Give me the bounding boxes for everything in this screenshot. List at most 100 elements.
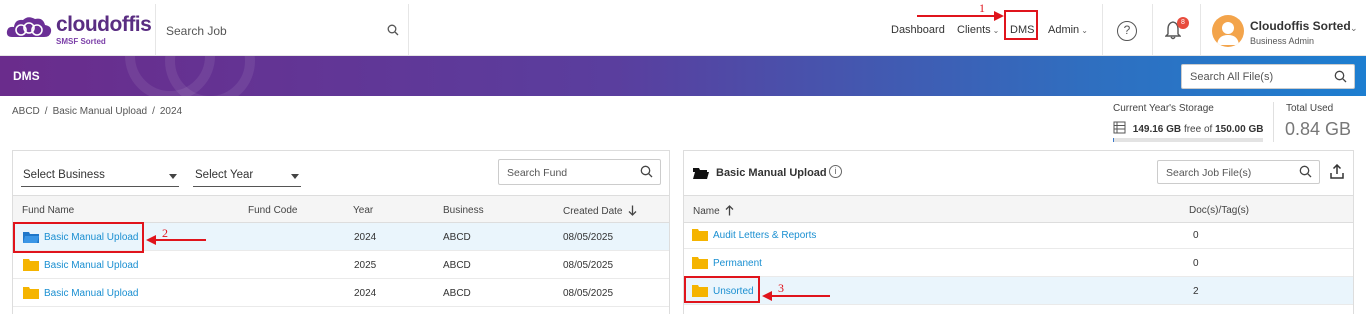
created-date-label: Created Date [563, 206, 623, 217]
annotation-box-unsorted [684, 276, 760, 303]
column-header-year[interactable]: Year [353, 205, 373, 216]
banner-decoration [165, 56, 255, 96]
sort-down-arrow-icon[interactable] [628, 205, 637, 216]
folder-doc-count: 0 [1193, 258, 1199, 269]
breadcrumb: ABCD / Basic Manual Upload/2024 [12, 106, 183, 117]
breadcrumb-item[interactable]: Basic Manual Upload [53, 106, 148, 117]
search-icon[interactable] [1299, 165, 1312, 178]
sort-up-arrow-icon[interactable] [725, 205, 734, 216]
chevron-down-icon[interactable]: ⌄ [1350, 23, 1358, 34]
table-row[interactable]: Basic Manual Upload 2025 ABCD 08/05/2025 [13, 251, 669, 279]
caret-down-icon [169, 174, 177, 179]
search-icon[interactable] [1334, 70, 1347, 83]
arrow-head-left-icon [762, 291, 772, 301]
brand-name: cloudoffis [56, 13, 152, 36]
brand-logo[interactable]: cloudoffis SMSF Sorted [6, 11, 156, 51]
files-table-header: Name Doc(s)/Tag(s) [684, 195, 1353, 223]
breadcrumb-item: 2024 [159, 106, 183, 117]
caret-down-icon [291, 174, 299, 179]
column-header-fund-name[interactable]: Fund Name [22, 205, 74, 216]
notification-badge: 8 [1177, 17, 1189, 29]
fund-business: ABCD [443, 288, 471, 299]
nav-admin[interactable]: Admin ⌄ [1048, 24, 1088, 36]
column-header-name[interactable]: Name [693, 205, 734, 217]
job-search-placeholder: Search Job [166, 24, 227, 38]
fund-business: ABCD [443, 232, 471, 243]
list-item[interactable]: Permanent 0 [684, 249, 1353, 277]
fund-business: ABCD [443, 260, 471, 271]
annotation-number: 2 [162, 226, 168, 240]
search-all-files-placeholder: Search All File(s) [1190, 71, 1274, 83]
user-avatar-icon [1217, 22, 1239, 45]
total-used-value: 0.84 GB [1285, 119, 1352, 139]
fund-name-link[interactable]: Basic Manual Upload [44, 260, 139, 271]
fund-created-date: 08/05/2025 [563, 232, 614, 243]
user-name[interactable]: Cloudoffis Sorted [1250, 19, 1351, 33]
annotation-number: 3 [778, 281, 784, 295]
chevron-down-icon: ⌄ [1081, 26, 1088, 35]
search-fund-placeholder: Search Fund [507, 167, 568, 179]
divider [1152, 4, 1153, 56]
page-title: DMS [13, 69, 40, 83]
storage-used: 149.16 GB [1132, 124, 1182, 135]
search-job-files-input[interactable]: Search Job File(s) [1157, 160, 1320, 184]
total-used-label: Total Used [1286, 103, 1334, 114]
fund-name-link[interactable]: Basic Manual Upload [44, 288, 139, 299]
fund-table-header: Fund Name Fund Code Year Business Create… [13, 195, 669, 223]
upload-icon[interactable] [1330, 164, 1344, 179]
storage-total: 150.00 GB [1215, 124, 1264, 135]
folder-icon [692, 229, 708, 241]
list-item[interactable]: Audit Letters & Reports 0 [684, 221, 1353, 249]
storage-progress-fill [1113, 138, 1114, 142]
folder-icon [692, 257, 708, 269]
folder-name-link[interactable]: Audit Letters & Reports [713, 230, 816, 241]
divider [1273, 102, 1274, 142]
help-icon[interactable]: ? [1117, 21, 1137, 41]
search-job-files-placeholder: Search Job File(s) [1166, 167, 1252, 179]
job-search-input[interactable]: Search Job [155, 4, 409, 56]
folder-doc-count: 0 [1193, 230, 1199, 241]
files-panel-title: Basic Manual Upload [716, 167, 827, 179]
brand-tagline: SMSF Sorted [56, 37, 106, 46]
search-fund-input[interactable]: Search Fund [498, 159, 661, 185]
search-all-files-input[interactable]: Search All File(s) [1181, 64, 1355, 89]
nav-admin-label: Admin [1048, 24, 1080, 36]
search-icon[interactable] [640, 165, 653, 178]
select-business-label: Select Business [23, 169, 105, 181]
divider [1200, 4, 1201, 56]
storage-summary: 149.16 GB free of 150.00 GB [1113, 121, 1263, 135]
chevron-down-icon: ⌄ [992, 26, 1000, 35]
storage-progress-bar [1113, 138, 1263, 142]
breadcrumb-item[interactable]: ABCD [12, 106, 40, 117]
column-header-docs-tags[interactable]: Doc(s)/Tag(s) [1189, 205, 1249, 216]
fund-created-date: 08/05/2025 [563, 260, 614, 271]
folder-doc-count: 2 [1193, 286, 1199, 297]
storage-free-text: free of [1183, 124, 1213, 135]
nav-dashboard[interactable]: Dashboard [891, 24, 945, 36]
fund-created-date: 08/05/2025 [563, 288, 614, 299]
user-role: Business Admin [1250, 36, 1315, 46]
folder-name-link[interactable]: Permanent [713, 258, 762, 269]
storage-title: Current Year's Storage [1113, 103, 1214, 114]
table-row[interactable]: Basic Manual Upload 2024 ABCD 08/05/2025 [13, 279, 669, 307]
select-year-dropdown[interactable]: Select Year [193, 167, 301, 187]
column-header-fund-code[interactable]: Fund Code [248, 205, 297, 216]
annotation-number: 1 [979, 1, 985, 15]
fund-year: 2024 [354, 288, 377, 299]
search-icon[interactable] [387, 24, 399, 36]
folder-icon [23, 259, 39, 271]
info-icon[interactable]: i [829, 165, 842, 178]
fund-year: 2025 [354, 260, 377, 271]
folder-icon [23, 287, 39, 299]
column-header-created-date[interactable]: Created Date [563, 205, 637, 217]
fund-year: 2024 [354, 232, 377, 243]
select-year-label: Select Year [195, 169, 254, 181]
column-header-business[interactable]: Business [443, 205, 484, 216]
list-item[interactable]: Unsorted 2 [684, 277, 1353, 305]
select-business-dropdown[interactable]: Select Business [21, 167, 179, 187]
cloud-logo-icon [6, 17, 52, 37]
divider [1102, 4, 1103, 56]
avatar[interactable] [1212, 15, 1244, 47]
nav-clients[interactable]: Clients ⌄ [957, 24, 999, 36]
nav-clients-label: Clients [957, 24, 991, 36]
